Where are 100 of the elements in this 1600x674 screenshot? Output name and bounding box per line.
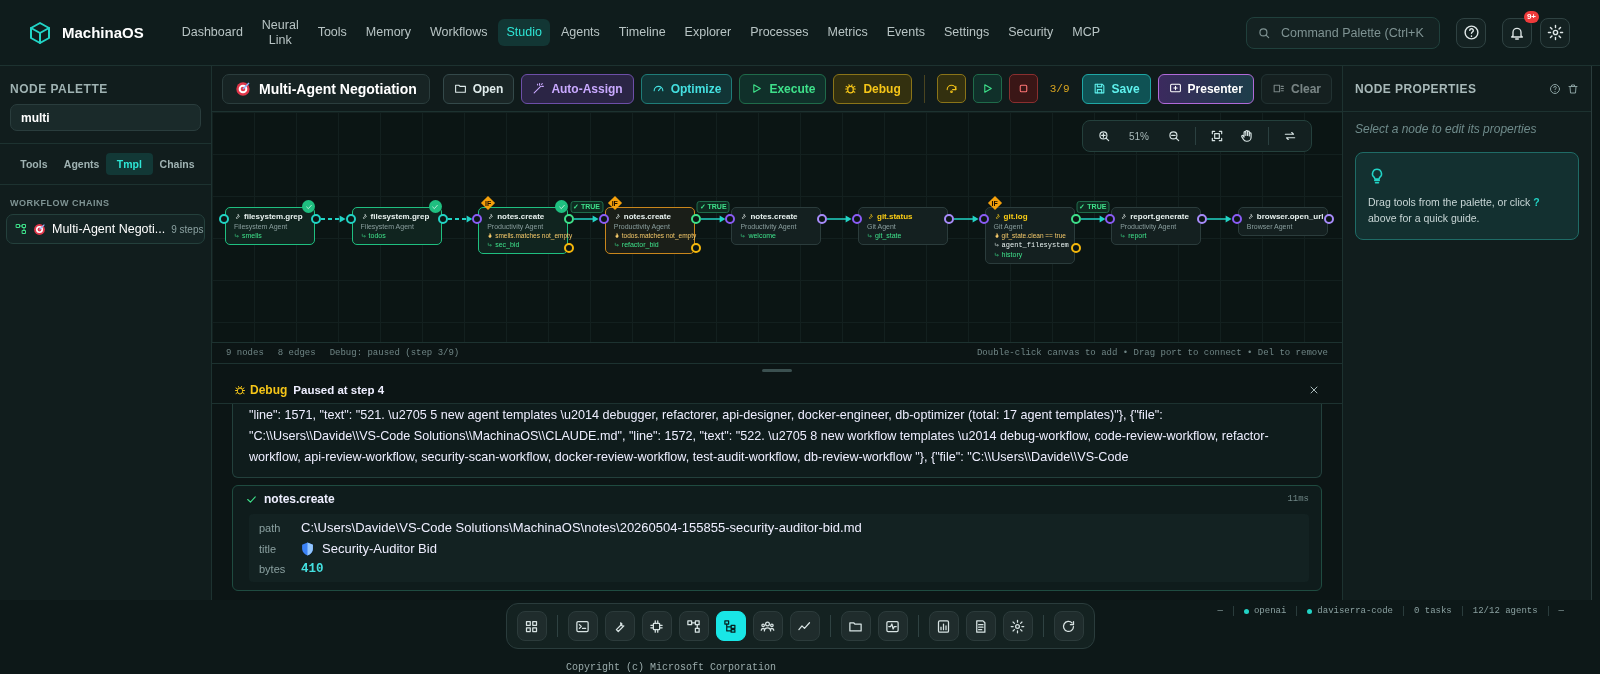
input-port[interactable] [725, 214, 736, 224]
wand-icon [532, 82, 546, 95]
output-port[interactable] [1323, 214, 1334, 224]
nav-link[interactable]: Explorer [676, 19, 740, 46]
toolbar-button[interactable]: Optimize [640, 73, 733, 104]
nav-link[interactable]: Dashboard [173, 19, 251, 46]
nav-link[interactable]: Memory [357, 19, 419, 46]
settings-icon [1546, 24, 1564, 41]
output-text: "line": 1571, "text": "521. \u2705 5 new agent templates \u2014 debugger, refactorer, api-designer, docker-engineer, db-optimizer (total: 17 agent templates)"}, {"file": "C:\\Users\\Davide\\VS-Code Solutions\\MachinaOS\\CLAUDE.md", "line": 1572, "text": "522. \u2705 8 new workflow templates \u2014 debug-workflow, code-review-workflow, refactor-workflow, api-review-workflow, security-scan-workflow, docker-review-workflow, test-audit-workflow, db-review-workflow "}, {"file": "C:\\Users\\Davide\\VS-Code [249, 407, 1270, 466]
output-port[interactable] [944, 214, 954, 224]
palette-tab[interactable]: Tools [10, 153, 58, 175]
status-text: — [1217, 606, 1223, 616]
dock-button[interactable] [1053, 611, 1084, 641]
swap-arrows-icon [1283, 129, 1297, 143]
eraser-icon [1271, 82, 1285, 95]
dock-button[interactable] [604, 611, 635, 641]
nav-link[interactable]: Studio [498, 19, 550, 46]
command-palette-input[interactable]: Command Palette (Ctrl+K [1281, 25, 1431, 40]
output-arrow-icon [993, 251, 1000, 258]
dock-button[interactable] [567, 611, 598, 641]
zoom-in-icon [1097, 129, 1111, 143]
output-port[interactable] [1070, 243, 1081, 253]
output-port[interactable] [1197, 214, 1208, 224]
input-port[interactable] [978, 214, 989, 224]
bar-chart-icon [936, 618, 951, 634]
field-label: title [259, 542, 278, 555]
output-port[interactable] [437, 214, 448, 224]
output-arrow-icon [234, 232, 240, 239]
chain-item[interactable]: Multi-Agent Negoti... 9 steps [6, 214, 205, 244]
command-palette-field[interactable]: Command Palette (Ctrl+K [1246, 16, 1440, 49]
output-port[interactable] [1070, 214, 1081, 224]
dock-button[interactable] [641, 611, 672, 641]
step-counter: 3/9 [1049, 82, 1070, 95]
input-port[interactable] [1231, 214, 1242, 224]
toolbar-button[interactable]: Execute [739, 73, 827, 104]
step-button[interactable] [936, 74, 966, 103]
dock-button[interactable] [840, 611, 871, 641]
dock-button[interactable] [928, 611, 959, 641]
dock-button[interactable] [516, 611, 547, 641]
nav-link[interactable]: Processes [742, 19, 817, 46]
nav-link[interactable]: Timeline [610, 19, 674, 46]
dock-button[interactable] [877, 611, 908, 641]
terminal-text: Copyright (c) Microsoft Corporation [565, 662, 778, 674]
nav-link[interactable]: MCP [1064, 19, 1109, 46]
wrench-icon [613, 213, 621, 220]
node-title: report.generate [1130, 212, 1189, 221]
output-arrow-icon [360, 232, 367, 239]
input-port[interactable] [598, 214, 609, 224]
nav-link[interactable]: Security [1000, 19, 1062, 46]
flame-icon [613, 232, 620, 239]
toolbar-button[interactable]: Presenter [1157, 73, 1254, 104]
input-port[interactable] [345, 214, 356, 224]
dock-button[interactable] [789, 611, 820, 641]
search-field[interactable]: multi [10, 104, 201, 131]
output-port[interactable] [690, 214, 701, 224]
notifications-button[interactable] [1502, 17, 1532, 48]
output-port[interactable] [311, 214, 321, 224]
input-port[interactable] [472, 214, 483, 224]
route-arrow-icon [993, 242, 1000, 248]
output-port[interactable] [817, 214, 828, 224]
input-port[interactable] [219, 214, 229, 224]
fit-view-icon [1210, 129, 1224, 143]
nav-link[interactable]: Neural Link [253, 11, 307, 54]
dock-button[interactable] [752, 611, 783, 641]
output-arrow-icon [613, 241, 620, 248]
output-port[interactable] [564, 214, 575, 224]
notification-badge: 9+ [1523, 10, 1539, 23]
continue-button[interactable] [972, 74, 1002, 103]
input-port[interactable] [1105, 214, 1116, 224]
palette-tab[interactable]: Tmpl [105, 153, 154, 175]
dock-button[interactable] [1002, 611, 1033, 641]
toolbar-button[interactable]: Save [1081, 73, 1151, 104]
toolbar-button[interactable]: Open [442, 73, 515, 104]
output-port[interactable] [564, 243, 575, 253]
palette-tab[interactable]: Chains [153, 153, 201, 175]
nav-link[interactable]: Metrics [819, 19, 876, 46]
workflow-canvas[interactable] [212, 112, 1342, 342]
nav-link[interactable]: Tools [309, 19, 355, 46]
wrench-icon [740, 213, 748, 220]
nav-link[interactable]: Settings [936, 19, 998, 46]
node-title: notes.create [497, 212, 545, 221]
shield-icon [301, 541, 314, 556]
nav-link[interactable]: Agents [552, 19, 608, 46]
output-port[interactable] [690, 243, 701, 253]
help-button[interactable] [1456, 17, 1486, 48]
document-icon [973, 618, 988, 634]
toolbar-button[interactable]: Auto-Assign [521, 73, 634, 104]
toolbar-button[interactable]: Debug [833, 73, 912, 104]
hierarchy-icon [686, 618, 701, 634]
dock-button[interactable] [965, 611, 996, 641]
settings-button[interactable] [1540, 17, 1570, 48]
delete-button[interactable] [1567, 82, 1579, 95]
nav-link[interactable]: Workflows [422, 19, 496, 46]
palette-tab[interactable]: Agents [57, 153, 106, 175]
stop-button[interactable] [1008, 74, 1038, 103]
dock-button[interactable] [678, 611, 709, 641]
nav-link[interactable]: Events [878, 19, 933, 46]
help-button[interactable] [1549, 82, 1561, 95]
input-port[interactable] [852, 214, 862, 224]
resize-handle[interactable] [762, 368, 792, 372]
